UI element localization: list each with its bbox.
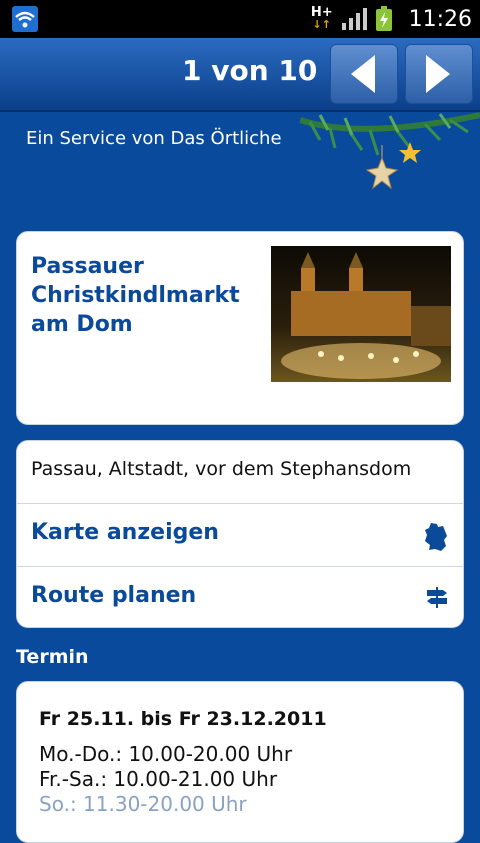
next-button[interactable] [405, 44, 473, 104]
network-indicator: H+ ↓↑ [310, 5, 333, 31]
opening-hours: Mo.-Do.: 10.00-20.00 Uhr Fr.-Sa.: 10.00-… [39, 742, 292, 817]
christmas-market-photo [271, 246, 451, 382]
event-card: Passauer Christkindlmarkt am Dom [16, 231, 464, 425]
plan-route-row[interactable]: Route planen [17, 567, 463, 627]
signal-icon [341, 8, 367, 30]
hours-line: So.: 11.30-20.00 Uhr [39, 792, 247, 816]
hours-line: Mo.-Do.: 10.00-20.00 Uhr [39, 742, 293, 766]
termin-card: Fr 25.11. bis Fr 23.12.2011 Mo.-Do.: 10.… [16, 681, 464, 843]
chevron-left-icon [351, 55, 375, 93]
termin-heading: Termin [16, 646, 89, 668]
show-map-row[interactable]: Karte anzeigen [17, 504, 463, 567]
previous-button[interactable] [330, 44, 398, 104]
address-text: Passau, Altstadt, vor dem Stephansdom [31, 458, 412, 480]
pager-text: 1 von 10 [182, 54, 318, 87]
location-card: Passau, Altstadt, vor dem Stephansdom Ka… [16, 440, 464, 628]
signpost-icon [427, 587, 447, 608]
hours-line: Fr.-Sa.: 10.00-21.00 Uhr [39, 767, 278, 791]
battery-icon [375, 6, 392, 31]
date-range: Fr 25.11. bis Fr 23.12.2011 [39, 708, 327, 730]
wifi-icon [12, 6, 38, 32]
event-title: Passauer Christkindlmarkt am Dom [31, 254, 240, 337]
address-row: Passau, Altstadt, vor dem Stephansdom [17, 441, 463, 504]
header-bar: 1 von 10 [0, 38, 480, 112]
germany-map-icon [425, 523, 447, 551]
status-bar: H+ ↓↑ 11:26 [0, 0, 480, 38]
clock: 11:26 [408, 6, 472, 32]
chevron-right-icon [426, 55, 450, 93]
plan-route-label: Route planen [31, 583, 197, 608]
show-map-label: Karte anzeigen [31, 520, 219, 545]
christmas-decoration [300, 112, 480, 190]
service-text: Ein Service von Das Örtliche [26, 128, 282, 149]
